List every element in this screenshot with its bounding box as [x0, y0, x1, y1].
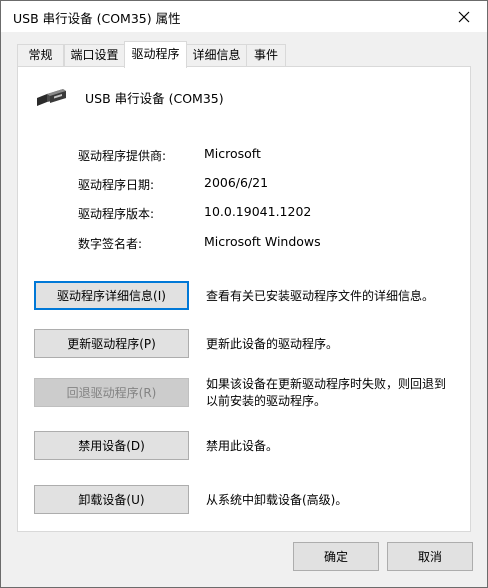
usb-connector-icon	[37, 89, 66, 106]
driver-details-description: 查看有关已安装驱动程序文件的详细信息。	[206, 289, 435, 303]
ok-button[interactable]: 确定	[293, 542, 379, 571]
driver-provider-label: 驱动程序提供商:	[78, 149, 167, 163]
driver-version-value: 10.0.19041.1202	[204, 204, 312, 219]
driver-date-value: 2006/6/21	[204, 175, 269, 190]
disable-device-description: 禁用此设备。	[206, 439, 279, 453]
driver-version-label: 驱动程序版本:	[78, 207, 155, 221]
tab-events[interactable]: 事件	[246, 44, 286, 67]
uninstall-device-description: 从系统中卸载设备(高级)。	[206, 493, 348, 507]
tab-general[interactable]: 常规	[17, 44, 64, 67]
roll-back-driver-description: 如果该设备在更新驱动程序时失败，则回退到以前安装的驱动程序。	[206, 377, 447, 408]
uninstall-device-button[interactable]: 卸载设备(U)	[34, 485, 189, 514]
driver-details-button[interactable]: 驱动程序详细信息(I)	[34, 281, 189, 310]
update-driver-description: 更新此设备的驱动程序。	[206, 337, 339, 351]
driver-tab-panel: USB 串行设备 (COM35) 驱动程序提供商: Microsoft 驱动程序…	[17, 66, 471, 532]
digital-signer-label: 数字签名者:	[78, 237, 143, 251]
disable-device-button[interactable]: 禁用设备(D)	[34, 431, 189, 460]
tab-port-settings[interactable]: 端口设置	[64, 44, 125, 67]
update-driver-button[interactable]: 更新驱动程序(P)	[34, 329, 189, 358]
tab-strip: 常规 端口设置 驱动程序 详细信息 事件	[1, 41, 487, 68]
tab-driver[interactable]: 驱动程序	[124, 41, 187, 68]
digital-signer-value: Microsoft Windows	[204, 234, 321, 249]
driver-provider-value: Microsoft	[204, 146, 261, 161]
close-icon	[458, 11, 470, 22]
driver-date-label: 驱动程序日期:	[78, 178, 155, 192]
properties-dialog: USB 串行设备 (COM35) 属性 常规 端口设置 驱动程序 详细信息 事件…	[0, 0, 488, 588]
tab-details[interactable]: 详细信息	[186, 44, 247, 67]
cancel-button[interactable]: 取消	[387, 542, 473, 571]
roll-back-driver-button: 回退驱动程序(R)	[34, 378, 189, 407]
device-name: USB 串行设备 (COM35)	[85, 91, 224, 106]
window-title: USB 串行设备 (COM35) 属性	[13, 11, 181, 26]
close-button[interactable]	[441, 1, 487, 32]
title-bar[interactable]: USB 串行设备 (COM35) 属性	[1, 1, 487, 32]
